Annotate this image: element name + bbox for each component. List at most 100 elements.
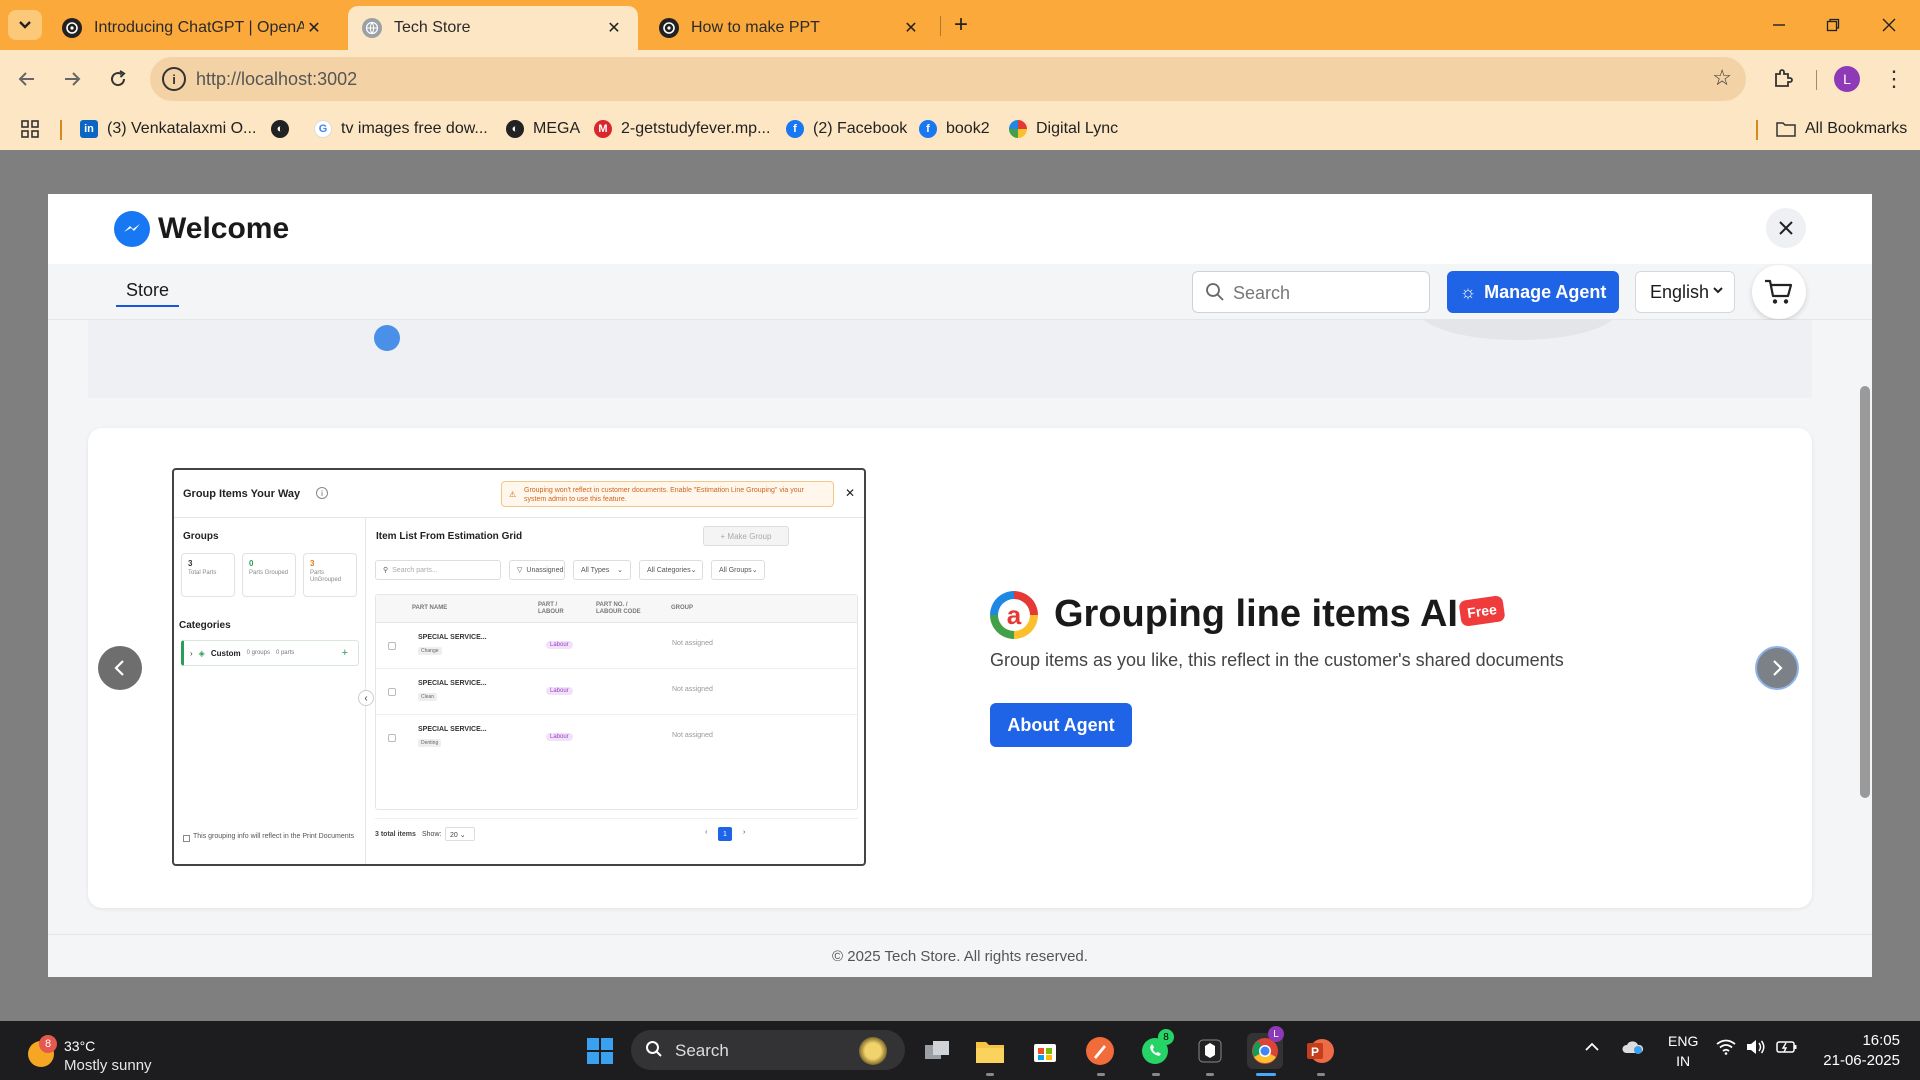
search-input[interactable]	[1233, 280, 1423, 306]
modal-header: Welcome	[48, 194, 1872, 264]
stat-label: Parts Grouped	[249, 570, 289, 576]
filter-label: All Groups	[719, 566, 752, 574]
scrollbar-thumb[interactable]	[1860, 386, 1870, 798]
bookmark-book2[interactable]: f book2	[919, 116, 990, 142]
preview-header: Group Items Your Way i ⚠ Grouping won't …	[174, 470, 864, 518]
file-explorer-icon[interactable]	[972, 1033, 1008, 1069]
lync-icon	[1009, 120, 1027, 138]
reload-button[interactable]	[103, 64, 133, 94]
bookmark-facebook[interactable]: f (2) Facebook	[786, 116, 907, 142]
browser-menu-icon[interactable]: ⋮	[1880, 64, 1908, 94]
site-info-icon[interactable]: i	[162, 67, 186, 91]
page-scrollbar[interactable]	[1856, 320, 1872, 934]
profile-avatar[interactable]: L	[1834, 66, 1860, 92]
chevron-right-icon: ›	[190, 648, 193, 658]
search-icon	[645, 1040, 663, 1063]
minimize-button[interactable]	[1766, 12, 1792, 38]
tab-how-to-make-ppt[interactable]: How to make PPT ✕	[645, 6, 935, 50]
onedrive-icon[interactable]	[1622, 1039, 1644, 1059]
clock-time: 16:05	[1862, 1032, 1900, 1049]
google-icon: G	[314, 120, 332, 138]
nav-store-tab[interactable]: Store	[116, 280, 180, 307]
url-text[interactable]: http://localhost:3002	[196, 69, 357, 90]
facebook-icon: f	[786, 120, 804, 138]
close-icon[interactable]: ✕	[901, 18, 921, 38]
categories-label: Categories	[179, 620, 231, 631]
tab-search-dropdown[interactable]	[8, 10, 42, 40]
search-field[interactable]	[1192, 271, 1430, 313]
close-icon[interactable]: ✕	[604, 18, 624, 38]
bookmark-label: book2	[946, 120, 990, 137]
address-bar[interactable]: i http://localhost:3002 ☆	[150, 57, 1746, 101]
bookmark-mega[interactable]: ◐ MEGA	[506, 116, 580, 142]
forward-button[interactable]	[57, 64, 87, 94]
checkbox-icon	[388, 642, 396, 650]
tab-tech-store[interactable]: Tech Store ✕	[348, 6, 638, 50]
chevron-left-icon	[114, 660, 124, 676]
close-modal-button[interactable]	[1766, 208, 1806, 248]
chevron-down-icon	[1712, 283, 1724, 299]
chevron-up-icon[interactable]	[1584, 1039, 1600, 1059]
category-tag-icon: ◈	[198, 648, 205, 658]
wifi-icon[interactable]	[1716, 1039, 1736, 1059]
bookmark-linkedin[interactable]: in (3) Venkatalaxmi O...	[80, 116, 256, 142]
back-button[interactable]	[12, 64, 42, 94]
openai-icon	[659, 18, 679, 38]
about-agent-button[interactable]: About Agent	[990, 703, 1132, 747]
show-label: Show:	[422, 831, 442, 838]
language-select[interactable]: English	[1635, 271, 1735, 313]
input-language[interactable]: ENG IN	[1668, 1031, 1698, 1071]
bookmark-getstudyfever[interactable]: M 2-getstudyfever.mp...	[594, 116, 770, 142]
part-group: Not assigned	[672, 640, 713, 647]
close-icon[interactable]: ✕	[304, 18, 324, 38]
pen-app-icon[interactable]	[1082, 1033, 1118, 1069]
carousel-next-button[interactable]	[1755, 646, 1799, 690]
bookmark-digital-lync[interactable]: Digital Lync	[1009, 116, 1118, 142]
weather-widget[interactable]: 8 33°C Mostly sunny	[24, 1029, 224, 1074]
weather-condition: Mostly sunny	[64, 1057, 152, 1074]
microsoft-store-icon[interactable]	[1027, 1033, 1063, 1069]
minimize-icon	[1773, 24, 1785, 26]
table-row: SPECIAL SERVICE... Denting Labour Not as…	[376, 715, 857, 761]
bookmark-label: MEGA	[533, 120, 581, 137]
checkbox-icon	[388, 734, 396, 742]
part-name: SPECIAL SERVICE...	[418, 634, 487, 641]
column-header: GROUP	[671, 605, 694, 611]
table-row: SPECIAL SERVICE... Change Labour Not ass…	[376, 623, 857, 669]
cart-button[interactable]	[1752, 265, 1806, 319]
list-title: Item List From Estimation Grid	[376, 531, 523, 542]
bookmark-globe[interactable]: ◐	[271, 116, 298, 142]
browser-toolbar: i http://localhost:3002 ☆ L ⋮	[0, 50, 1920, 108]
chevron-down-icon	[19, 21, 31, 29]
stat-label: Total Parts	[188, 570, 217, 576]
task-view-icon[interactable]	[919, 1033, 955, 1069]
powerpoint-icon[interactable]: P	[1302, 1033, 1338, 1069]
new-tab-button[interactable]: +	[948, 11, 974, 38]
svg-text:P: P	[1311, 1045, 1319, 1059]
bookmark-star-icon[interactable]: ☆	[1712, 65, 1732, 91]
chevron-right-icon	[1773, 660, 1783, 676]
close-window-button[interactable]	[1876, 12, 1902, 38]
filter-label: All Categories	[647, 566, 691, 574]
agent-preview-image: Group Items Your Way i ⚠ Grouping won't …	[172, 468, 866, 866]
tab-title: Tech Store	[394, 19, 471, 36]
restore-button[interactable]	[1820, 12, 1846, 38]
reload-icon	[111, 70, 126, 87]
apps-grid-icon[interactable]	[20, 116, 40, 142]
volume-icon[interactable]	[1746, 1039, 1766, 1059]
start-button[interactable]	[582, 1033, 618, 1069]
bookmark-tv-images[interactable]: G tv images free dow...	[314, 116, 488, 142]
extensions-icon[interactable]	[1768, 64, 1798, 94]
folder-icon	[1776, 121, 1796, 137]
tab-chatgpt[interactable]: Introducing ChatGPT | OpenAI ✕	[48, 6, 338, 50]
all-bookmarks[interactable]: All Bookmarks	[1776, 116, 1907, 142]
column-header: PART NAME	[412, 605, 448, 611]
manage-agent-button[interactable]: ☼ Manage Agent	[1447, 271, 1619, 313]
close-icon	[1882, 18, 1896, 32]
terminal-app-icon[interactable]	[1192, 1033, 1228, 1069]
carousel-prev-button[interactable]	[98, 646, 142, 690]
system-clock[interactable]: 16:05 21-06-2025	[1818, 1031, 1900, 1071]
battery-icon[interactable]	[1776, 1039, 1798, 1059]
taskbar-search[interactable]: Search	[631, 1030, 905, 1070]
add-icon: +	[341, 647, 348, 659]
